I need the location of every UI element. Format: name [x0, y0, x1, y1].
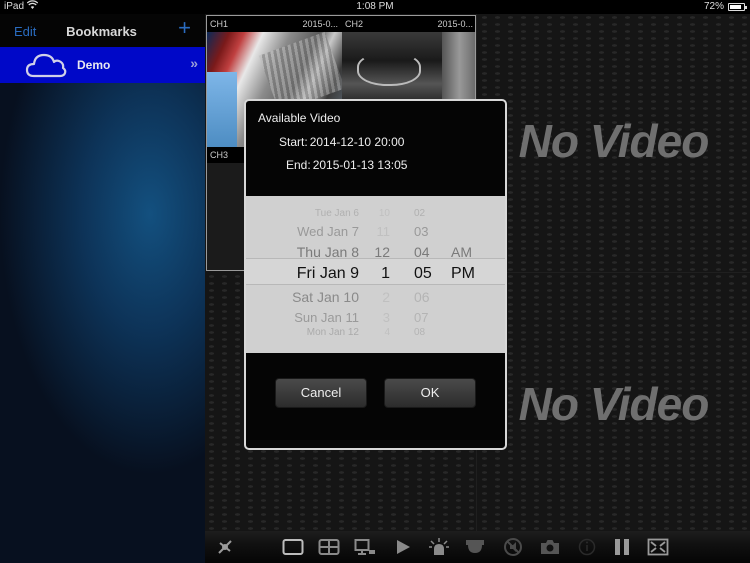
picker-minute-item[interactable]: 07: [414, 310, 428, 325]
end-label: End:: [286, 158, 311, 172]
clock: 1:08 PM: [356, 1, 394, 12]
play-icon[interactable]: [391, 537, 415, 557]
picker-minute-item[interactable]: 03: [414, 224, 428, 239]
picker-minute-item[interactable]: 02: [414, 208, 425, 219]
ok-button[interactable]: OK: [384, 378, 476, 408]
video-tile[interactable]: No Video: [476, 14, 750, 272]
picker-day-item[interactable]: Thu Jan 8: [297, 244, 359, 260]
available-video-dialog: Available Video Start: 2014-12-10 20:00 E…: [244, 99, 507, 450]
quad-view-icon[interactable]: [317, 537, 341, 557]
chevron-double-right-icon[interactable]: »: [190, 55, 198, 71]
battery-percent: 72%: [703, 1, 724, 12]
picker-hour-item[interactable]: 10: [379, 208, 390, 219]
picker-day-item-selected[interactable]: Fri Jan 9: [297, 265, 359, 283]
pause-icon[interactable]: [610, 537, 634, 557]
no-video-label: No Video: [518, 115, 710, 167]
status-bar: iPad 1:08 PM 72%: [0, 0, 750, 14]
video-tile[interactable]: No Video: [476, 272, 750, 531]
sidebar: Edit Bookmarks + Demo »: [0, 14, 205, 563]
channel-label: CH2: [345, 19, 364, 29]
snapshot-icon[interactable]: [538, 537, 562, 557]
cancel-button[interactable]: Cancel: [275, 378, 367, 408]
picker-hour-item[interactable]: 12: [374, 244, 390, 260]
picker-hour-item[interactable]: 2: [382, 289, 390, 305]
bookmark-item-demo[interactable]: Demo »: [0, 47, 205, 83]
picker-ampm-column[interactable]: AM PM: [451, 196, 481, 353]
end-value: 2015-01-13 13:05: [312, 158, 408, 172]
picker-hour-item[interactable]: 11: [377, 224, 391, 239]
bookmark-label: Demo: [77, 58, 111, 72]
picker-minute-item[interactable]: 04: [414, 244, 430, 260]
channel-label: CH3: [210, 150, 229, 160]
fullscreen-icon[interactable]: [646, 537, 670, 557]
info-icon[interactable]: [575, 537, 599, 557]
start-value: 2014-12-10 20:00: [309, 135, 405, 149]
picker-hour-item-selected[interactable]: 1: [381, 265, 390, 283]
picker-day-item[interactable]: Sat Jan 10: [292, 289, 359, 305]
date-time-picker[interactable]: Tue Jan 6 Wed Jan 7 Thu Jan 8 Fri Jan 9 Sat …: [246, 196, 505, 353]
picker-minute-item-selected[interactable]: 05: [414, 265, 432, 283]
ptz-icon[interactable]: [213, 537, 237, 557]
battery-icon: [728, 3, 747, 11]
sidebar-nav-bar: Edit Bookmarks +: [0, 14, 205, 47]
single-view-icon[interactable]: [281, 537, 305, 557]
no-video-label: No Video: [518, 378, 710, 430]
picker-day-item[interactable]: Tue Jan 6: [315, 208, 359, 219]
playback-toolbar: [205, 531, 750, 563]
picker-minute-item[interactable]: 08: [414, 327, 425, 338]
picker-hour-item[interactable]: 3: [383, 310, 390, 325]
add-bookmark-button[interactable]: +: [178, 17, 191, 39]
picker-hour-column[interactable]: 10 11 12 1 2 3 4: [374, 196, 390, 353]
picker-ampm-item[interactable]: AM: [451, 244, 472, 260]
channel-timestamp: 2015-0...: [437, 19, 473, 29]
dome-camera-icon[interactable]: [463, 537, 487, 557]
channel-label: CH1: [210, 19, 229, 29]
mute-icon[interactable]: [501, 537, 525, 557]
picker-day-item[interactable]: Sun Jan 11: [294, 310, 359, 325]
sidebar-title: Bookmarks: [66, 24, 137, 39]
picker-minute-item[interactable]: 06: [414, 289, 430, 305]
dialog-title: Available Video: [258, 111, 341, 125]
end-row: End: 2015-01-13 13:05: [286, 158, 407, 172]
cloud-icon: [25, 51, 67, 79]
picker-day-item[interactable]: Mon Jan 12: [307, 327, 359, 338]
picker-hour-item[interactable]: 4: [384, 327, 390, 338]
picker-day-item[interactable]: Wed Jan 7: [297, 224, 359, 239]
start-row: Start: 2014-12-10 20:00: [279, 135, 404, 149]
alarm-icon[interactable]: [427, 537, 451, 557]
channel-timestamp: 2015-0...: [302, 19, 338, 29]
picker-minute-column[interactable]: 02 03 04 05 06 07 08: [414, 196, 438, 353]
multi-screen-icon[interactable]: [353, 537, 377, 557]
start-label: Start:: [279, 135, 308, 149]
picker-ampm-item-selected[interactable]: PM: [451, 265, 475, 283]
